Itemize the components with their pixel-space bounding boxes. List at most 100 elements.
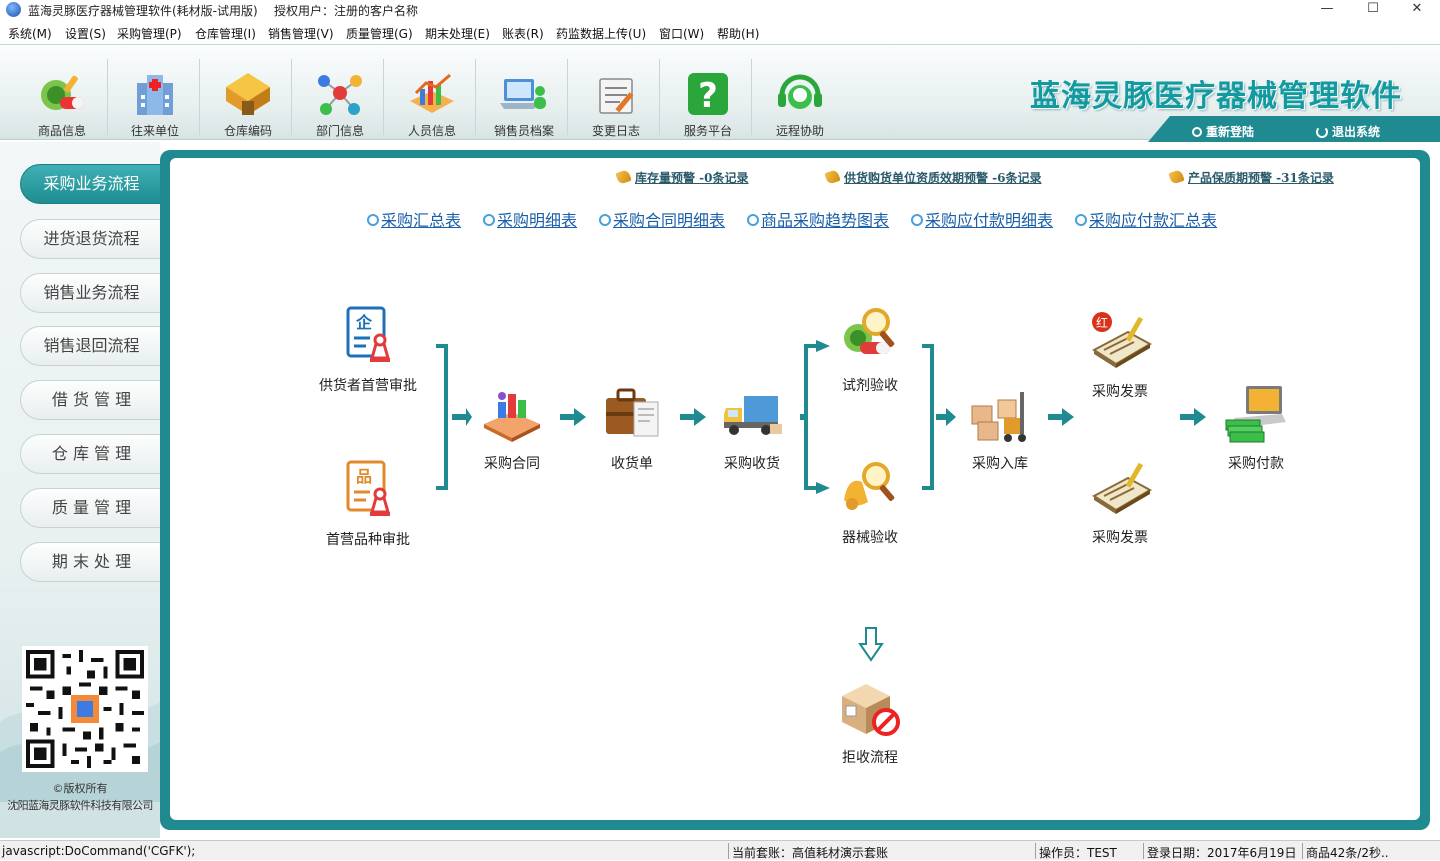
flow-payment[interactable]: 采购付款 [1196,382,1316,473]
menu-upload[interactable]: 药监数据上传(U) [556,25,646,42]
maximize-button[interactable]: ☐ [1350,0,1396,20]
flow-receipt[interactable]: 收货单 [572,382,692,473]
toolbar-staff-button[interactable]: 人员信息 [387,49,477,138]
sidebar-item-warehouse-management[interactable]: 仓 库 管 理 [20,434,162,474]
product-badge: 品 [356,467,372,486]
status-account: 当前套账：高值耗材演示套账 [732,846,889,860]
truck-icon [724,396,782,435]
device-magnifier-icon [844,462,895,510]
exit-button[interactable]: 退出系统 [1316,123,1380,140]
status-products: 商品42条/2秒.. [1306,846,1389,860]
flow-stock-in[interactable]: 采购入库 [940,382,1060,473]
exit-label: 退出系统 [1332,125,1381,139]
qr-code-image [22,646,148,772]
flow-label: 供货者首营审批 [319,378,417,394]
license-text: 授权用户：注册的客户名称 [274,4,419,18]
payment-laptop-icon [1225,386,1286,443]
sidebar-item-sales-flow[interactable]: 销售业务流程 [20,273,162,313]
flow-label: 采购入库 [972,456,1028,472]
red-invoice-badge: 红 [1096,315,1108,330]
toolbar-remote-button[interactable]: 远程协助 [755,49,845,138]
menu-system[interactable]: 系统(M) [8,25,52,42]
menu-settings[interactable]: 设置(S) [65,25,106,42]
log-icon [599,78,634,114]
app-logo-icon [6,2,21,17]
close-button[interactable]: ✕ [1394,0,1440,20]
sidebar-item-purchase-flow[interactable]: 采购业务流程 [20,164,162,204]
red-invoice-icon: 红 [1092,312,1153,368]
contract-icon [484,392,540,442]
status-command: javascript:DoCommand('CGFK'); [2,844,196,858]
power-icon [1316,126,1328,138]
toolbar-label: 人员信息 [407,124,456,138]
help-icon: ? [688,73,728,116]
flow-label: 采购发票 [1092,530,1148,546]
warehouse-icon [226,73,270,115]
menu-reports[interactable]: 账表(R) [502,25,544,42]
reagent-magnifier-icon [844,308,895,354]
flow-label: 采购收货 [724,456,780,472]
status-bar: javascript:DoCommand('CGFK'); 当前套账：高值耗材演… [0,840,1440,860]
sidebar-item-purchase-return-flow[interactable]: 进货退货流程 [20,219,162,259]
toolbar-department-button[interactable]: 部门信息 [295,49,385,138]
flow-label: 采购发票 [1092,384,1148,400]
network-icon [318,75,362,115]
toolbar-label: 商品信息 [37,124,86,138]
toolbar-label: 往来单位 [130,124,179,138]
sidebar-item-loan-management[interactable]: 借 货 管 理 [20,380,162,420]
flow-device-check[interactable]: 器械验收 [810,456,930,547]
toolbar-label: 销售员档案 [493,124,554,138]
briefcase-icon [606,388,659,437]
flow-receiving[interactable]: 采购收货 [692,382,812,473]
laptop-users-icon [500,79,546,109]
hospital-icon [137,75,173,115]
flow-reject[interactable]: 拒收流程 [810,676,930,767]
flow-product-approval[interactable]: 品 首营品种审批 [308,458,428,549]
flow-contract[interactable]: 采购合同 [452,382,572,473]
toolbar-service-button[interactable]: ? 服务平台 [663,49,753,138]
toolbar-label: 部门信息 [315,124,364,138]
status-operator: 操作员：TEST [1039,846,1117,860]
window-title: 蓝海灵豚医疗器械管理软件(耗材版-试用版) [28,4,258,18]
menu-warehouse[interactable]: 仓库管理(I) [195,25,256,42]
menu-quality[interactable]: 质量管理(G) [346,25,413,42]
menu-purchase[interactable]: 采购管理(P) [117,25,182,42]
svg-text:?: ? [698,76,718,116]
menu-period-end[interactable]: 期末处理(E) [425,25,490,42]
menu-window[interactable]: 窗口(W) [659,25,704,42]
toolbar-salesman-button[interactable]: 销售员档案 [479,49,569,138]
headset-icon [778,74,822,109]
key-icon [1192,127,1202,137]
menu-sales[interactable]: 销售管理(V) [268,25,334,42]
sidebar-item-quality-management[interactable]: 质 量 管 理 [20,488,162,528]
menu-bar: 系统(M) 设置(S) 采购管理(P) 仓库管理(I) 销售管理(V) 质量管理… [0,22,1440,42]
toolbar-change-log-button[interactable]: 变更日志 [571,49,661,138]
flow-invoice[interactable]: 采购发票 [1060,456,1180,547]
sidebar-item-sales-return-flow[interactable]: 销售退回流程 [20,326,162,366]
menu-help[interactable]: 帮助(H) [717,25,759,42]
sidebar-item-period-end[interactable]: 期 末 处 理 [20,542,162,582]
pill-icon [41,75,84,110]
brand-title: 蓝海灵豚医疗器械管理软件 [1030,79,1402,114]
flow-reagent-check[interactable]: 试剂验收 [810,304,930,395]
invoice-icon [1092,462,1153,514]
flow-supplier-approval[interactable]: 企 供货者首营审批 [308,304,428,395]
toolbar-partners-button[interactable]: 往来单位 [110,49,200,138]
flow-label: 试剂验收 [842,378,898,394]
relogin-button[interactable]: 重新登陆 [1192,123,1254,140]
copyright-line1: ©版权所有 [52,782,108,795]
copyright-line2: 沈阳蓝海灵豚软件科技有限公司 [7,799,153,812]
reject-box-icon [842,684,900,736]
status-login-date: 登录日期：2017年6月19日 [1147,846,1297,860]
flow-red-invoice[interactable]: 红 采购发票 [1060,310,1180,401]
flow-label: 首营品种审批 [326,532,410,548]
product-certificate-icon: 品 [346,460,390,516]
toolbar-warehouse-code-button[interactable]: 仓库编码 [203,49,293,138]
supplier-badge: 企 [355,313,373,332]
toolbar-label: 变更日志 [591,124,640,138]
flow-label: 采购付款 [1228,456,1284,472]
toolbar-product-info-button[interactable]: 商品信息 [17,49,107,138]
flow-label: 收货单 [611,456,653,472]
toolbar-label: 仓库编码 [223,124,272,138]
minimize-button[interactable]: — [1304,0,1350,20]
